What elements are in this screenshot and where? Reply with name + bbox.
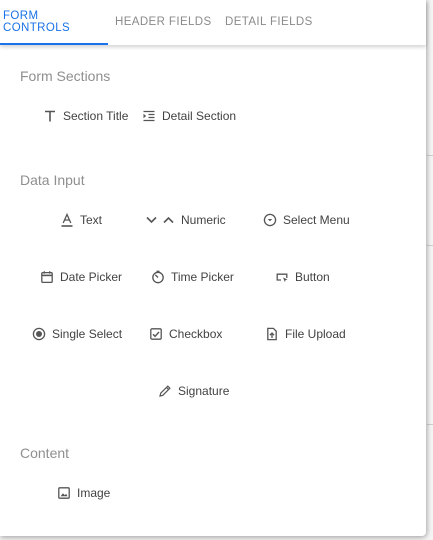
tab-header-fields[interactable]: HEADER FIELDS (115, 0, 215, 45)
control-section-title[interactable]: Section Title (42, 106, 128, 126)
underlined-a-icon (59, 212, 75, 228)
control-text[interactable]: Text (59, 210, 102, 230)
section-title-content: Content (20, 445, 70, 461)
image-icon (56, 485, 72, 501)
circle-dropdown-icon (262, 212, 278, 228)
control-label: Numeric (181, 213, 226, 227)
pencil-icon (157, 383, 173, 399)
control-time-picker[interactable]: Time Picker (150, 267, 234, 287)
control-label: Checkbox (169, 327, 223, 341)
timer-icon (150, 269, 166, 285)
control-signature[interactable]: Signature (157, 381, 229, 401)
control-label: Image (77, 486, 111, 500)
checkbox-icon (148, 326, 164, 342)
tab-bar: FORM CONTROLS HEADER FIELDS DETAIL FIELD… (0, 0, 426, 45)
tab-detail-fields[interactable]: DETAIL FIELDS (225, 0, 325, 45)
control-image[interactable]: Image (56, 483, 110, 503)
control-label: Select Menu (283, 213, 350, 227)
page: FORM CONTROLS HEADER FIELDS DETAIL FIELD… (0, 0, 433, 540)
radio-button-icon (31, 326, 47, 342)
control-label: Signature (178, 384, 230, 398)
background-line (427, 155, 433, 156)
button-cursor-icon (274, 269, 290, 285)
control-label: File Upload (285, 327, 346, 341)
control-detail-section[interactable]: Detail Section (141, 106, 236, 126)
background-line (427, 424, 433, 425)
control-label: Section Title (63, 109, 129, 123)
control-label: Detail Section (162, 109, 237, 123)
tab-form-controls[interactable]: FORM CONTROLS (0, 0, 108, 45)
control-single-select[interactable]: Single Select (31, 324, 122, 344)
control-select-menu[interactable]: Select Menu (262, 210, 350, 230)
calendar-icon (39, 269, 55, 285)
section-title-form-sections: Form Sections (20, 68, 111, 84)
control-label: Time Picker (171, 270, 234, 284)
control-label: Button (295, 270, 330, 284)
form-controls-panel: FORM CONTROLS HEADER FIELDS DETAIL FIELD… (0, 0, 426, 536)
control-numeric[interactable]: Numeric (144, 210, 226, 230)
section-title-data-input: Data Input (20, 172, 85, 188)
control-button[interactable]: Button (274, 267, 330, 287)
control-file-upload[interactable]: File Upload (264, 324, 346, 344)
chevron-up-down-icon (144, 212, 176, 228)
text-t-icon (42, 108, 58, 124)
control-date-picker[interactable]: Date Picker (39, 267, 122, 287)
background-line (427, 245, 433, 246)
control-label: Date Picker (60, 270, 123, 284)
control-label: Text (80, 213, 103, 227)
indent-list-icon (141, 108, 157, 124)
file-upload-icon (264, 326, 280, 342)
control-label: Single Select (52, 327, 123, 341)
control-checkbox[interactable]: Checkbox (148, 324, 222, 344)
